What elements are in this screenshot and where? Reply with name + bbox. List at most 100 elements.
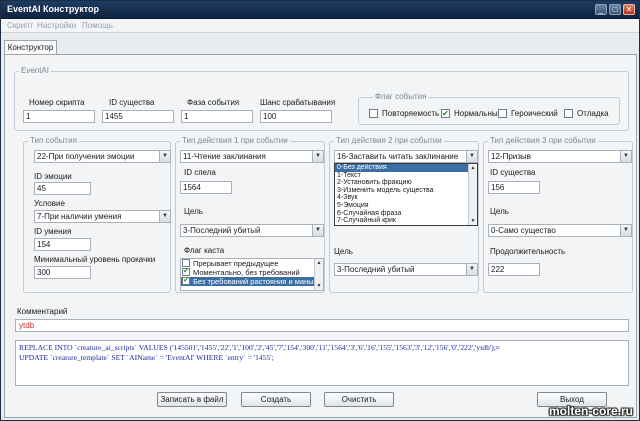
cast-flag-instant-checkbox[interactable]: ✔ (182, 268, 190, 276)
summon-creature-id-label: ID существа (490, 168, 536, 177)
action1-type-select[interactable]: 11-Чтение заклинания ▼ (180, 150, 324, 163)
title-bar[interactable]: EventAI Конструктор _ □ ✕ (1, 1, 639, 19)
event-flags-label: Флаг события (373, 92, 429, 101)
min-skill-input[interactable]: 300 (34, 266, 91, 279)
creature-id-input[interactable]: 1455 (102, 110, 174, 123)
action1-target-value: 3-Последний убитый (183, 226, 261, 235)
clear-button[interactable]: Очистить (324, 392, 394, 407)
cast-flag-nomana-checkbox[interactable]: ✔ (182, 277, 190, 285)
dropdown-option[interactable]: 2-Установить фракцию (335, 179, 477, 187)
minimize-button[interactable]: _ (595, 4, 607, 15)
scroll-down-icon[interactable]: ▼ (315, 282, 323, 290)
chevron-down-icon: ▼ (159, 151, 170, 162)
cast-flag-interrupt-checkbox[interactable] (182, 259, 190, 267)
summon-creature-id-input[interactable]: 156 (488, 181, 540, 194)
flag-normal-checkbox[interactable]: ✔ (441, 109, 450, 118)
eventai-group: EventAI Номер скрипта 1 ID существа 1455… (14, 66, 629, 131)
cast-flags-scrollbar[interactable]: ▲ ▼ (314, 259, 323, 290)
action3-target-label: Цель (490, 207, 509, 216)
chance-input[interactable]: 100 (260, 110, 332, 123)
spell-id-input[interactable]: 1564 (180, 181, 232, 194)
spell-id-label: ID спела (184, 168, 216, 177)
emote-id-input[interactable]: 45 (34, 182, 91, 195)
dropdown-option[interactable]: 3-Изменить модель существа (335, 187, 477, 195)
chevron-down-icon: ▼ (466, 264, 477, 275)
action1-target-select[interactable]: 3-Последний убитый ▼ (180, 224, 324, 237)
dropdown-option[interactable]: 1-Текст (335, 172, 477, 180)
flag-debug-checkbox[interactable] (564, 109, 573, 118)
chevron-down-icon: ▼ (620, 225, 631, 236)
min-skill-label: Минимальный уровень прокачки (34, 255, 156, 264)
eventai-group-label: EventAI (19, 66, 52, 75)
event-type-value: 22-При получении эмоции (37, 152, 135, 161)
action2-type-select[interactable]: 16-Заставить читать заклинание ▼ (334, 150, 478, 163)
sql-line: REPLACE INTO `creature_ai_scripts` VALUE… (19, 343, 500, 352)
menu-settings[interactable]: Настройки (37, 21, 76, 30)
emote-id-label: ID эмоции (34, 172, 72, 181)
condition-label: Условие (34, 199, 65, 208)
flag-heroic-checkbox[interactable] (498, 109, 507, 118)
cast-flag-interrupt-label: Прерывает предыдущее (193, 259, 279, 268)
event-type-select[interactable]: 22-При получении эмоции ▼ (34, 150, 171, 163)
script-no-input[interactable]: 1 (23, 110, 95, 123)
dropdown-option[interactable]: 0-Без действия (335, 164, 477, 172)
cast-flag-nomana-label: Без требований растояния и маны (193, 277, 314, 286)
scroll-up-icon[interactable]: ▲ (315, 259, 323, 267)
script-no-label: Номер скрипта (29, 98, 85, 107)
tab-constructor[interactable]: Конструктор (4, 40, 57, 54)
chance-label: Шанс срабатывания (260, 98, 336, 107)
phase-label: Фаза события (187, 98, 240, 107)
create-button[interactable]: Создать (241, 392, 311, 407)
menu-script[interactable]: Скрипт (7, 21, 33, 30)
flag-repeat-checkbox[interactable] (369, 109, 378, 118)
scroll-up-icon[interactable]: ▲ (469, 164, 477, 172)
condition-value: 7-При наличии умения (37, 212, 122, 221)
duration-input[interactable]: 222 (488, 263, 540, 276)
action1-label: Тип действия 1 при событии (180, 136, 290, 145)
chevron-down-icon: ▼ (620, 151, 631, 162)
action2-dropdown-list[interactable]: 0-Без действия 1-Текст 2-Установить фрак… (334, 163, 478, 226)
dropdown-option[interactable]: 7-Случайный крик (335, 217, 477, 225)
comment-label: Комментарий (17, 307, 68, 316)
action2-type-value: 16-Заставить читать заклинание (337, 152, 459, 161)
scroll-down-icon[interactable]: ▼ (469, 217, 477, 225)
maximize-button[interactable]: □ (609, 4, 621, 15)
phase-input[interactable]: 1 (181, 110, 253, 123)
save-to-file-button[interactable]: Записать в файл (157, 392, 227, 407)
window-title: EventAI Конструктор (7, 4, 100, 14)
action1-type-value: 11-Чтение заклинания (183, 152, 266, 161)
cast-flag-item[interactable]: Прерывает предыдущее (181, 259, 323, 268)
action2-target-label: Цель (334, 247, 353, 256)
watermark: molten-core.ru (548, 404, 633, 418)
action3-type-select[interactable]: 12-Призыв ▼ (488, 150, 632, 163)
cast-flag-item[interactable]: ✔ Без требований растояния и маны (181, 277, 323, 286)
close-button[interactable]: ✕ (623, 4, 635, 15)
event-type-label: Тип события (28, 136, 79, 145)
action2-target-select[interactable]: 3-Последний убитый ▼ (334, 263, 478, 276)
duration-label: Продолжительность (490, 247, 566, 256)
comment-input[interactable]: ytdb (15, 319, 629, 332)
action1-target-label: Цель (184, 207, 203, 216)
chevron-down-icon: ▼ (466, 151, 477, 162)
flag-normal-label: Нормальный (454, 109, 503, 118)
cast-flags-label: Флаг каста (184, 246, 225, 255)
dropdown-option[interactable]: 4-Звук (335, 194, 477, 202)
cast-flag-item[interactable]: ✔ Моментально, без требований (181, 268, 323, 277)
action3-target-value: 0-Само существо (491, 226, 556, 235)
skill-id-input[interactable]: 154 (34, 238, 91, 251)
dropdown-scrollbar[interactable]: ▲ ▼ (468, 164, 477, 225)
skill-id-label: ID умения (34, 227, 72, 236)
creature-id-label: ID существа (109, 98, 155, 107)
flag-repeat-label: Повторяемость (382, 109, 440, 118)
cast-flags-list[interactable]: Прерывает предыдущее ✔ Моментально, без т… (180, 258, 324, 291)
action3-target-select[interactable]: 0-Само существо ▼ (488, 224, 632, 237)
dropdown-option[interactable]: 5-Эмоция (335, 202, 477, 210)
action1-group: Тип действия 1 при событии 11-Чтение зак… (175, 136, 325, 293)
menu-bar: Скрипт Настройки Помощь (1, 19, 639, 33)
menu-help[interactable]: Помощь (82, 21, 113, 30)
sql-output[interactable]: REPLACE INTO `creature_ai_scripts` VALUE… (15, 340, 629, 386)
event-flags-group: Флаг события Повторяемость ✔ Нормальный … (358, 92, 620, 125)
flag-debug-label: Отладка (577, 109, 609, 118)
constructor-panel: EventAI Номер скрипта 1 ID существа 1455… (4, 54, 637, 418)
condition-select[interactable]: 7-При наличии умения ▼ (34, 210, 171, 223)
